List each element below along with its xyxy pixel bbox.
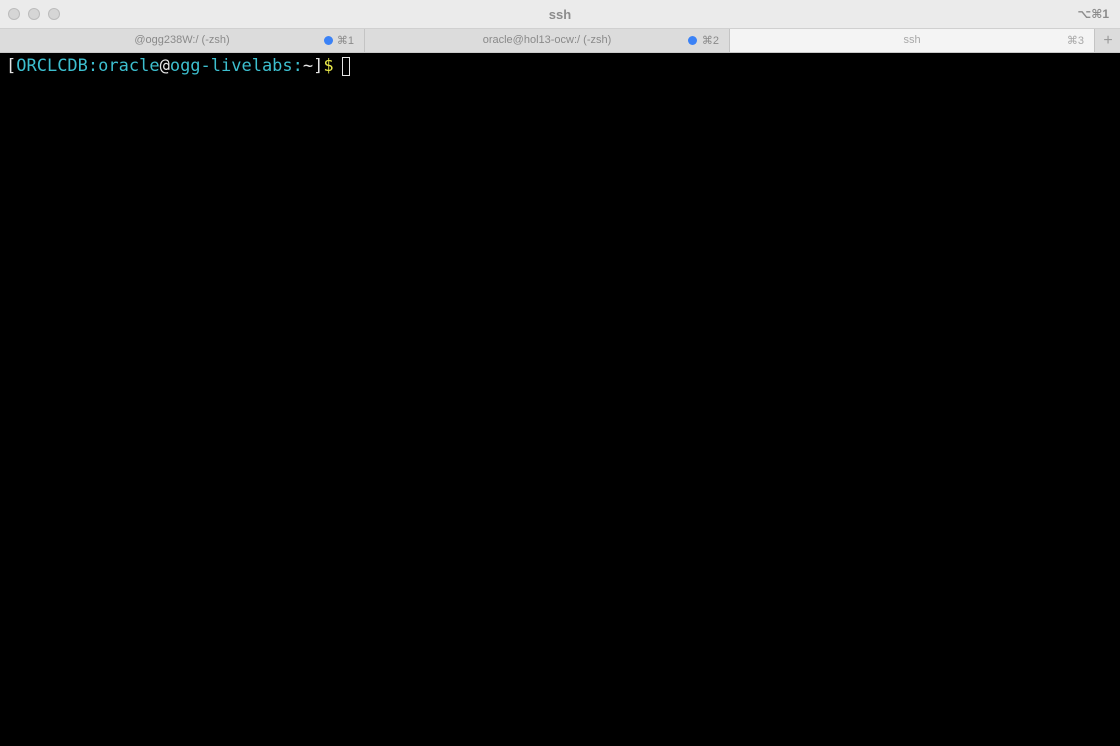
tab-bar: @ogg238W:/ (-zsh) ⌘1 oracle@hol13-ocw:/ … [0, 29, 1120, 53]
new-tab-button[interactable]: + [1096, 29, 1120, 52]
tab-label: oracle@hol13-ocw:/ (-zsh) [482, 34, 612, 46]
tab-ssh[interactable]: ssh ⌘3 [730, 29, 1095, 52]
activity-dot-icon [688, 36, 697, 45]
window-title: ssh [548, 7, 572, 22]
prompt-host: ogg-livelabs [169, 56, 293, 76]
activity-dot-icon [324, 36, 333, 45]
text-cursor [341, 56, 350, 76]
prompt-colon: : [87, 56, 99, 76]
terminal-output[interactable]: [ORCLCDB: oracle @ ogg-livelabs: ~] $ [0, 53, 1120, 746]
prompt-sid: ORCLCDB [16, 56, 88, 76]
prompt-at: @ [159, 56, 170, 76]
terminal-window: ssh ⌥⌘1 @ogg238W:/ (-zsh) ⌘1 oracle@hol1… [0, 0, 1120, 746]
tab-shortcut: ⌘1 [336, 35, 354, 47]
tab-label: ssh [903, 34, 921, 46]
prompt-symbol: $ [323, 56, 334, 76]
tab-label: @ogg238W:/ (-zsh) [134, 34, 230, 46]
prompt-close-bracket: ] [313, 56, 324, 76]
window-shortcut: ⌥⌘1 [1077, 7, 1109, 21]
tab-oracle-hol13-zsh[interactable]: oracle@hol13-ocw:/ (-zsh) ⌘2 [365, 29, 730, 52]
prompt-open-bracket: [ [6, 56, 17, 76]
title-bar[interactable]: ssh ⌥⌘1 [0, 0, 1120, 29]
prompt-colon: : [292, 56, 303, 76]
tab-ogg238w-zsh[interactable]: @ogg238W:/ (-zsh) ⌘1 [0, 29, 365, 52]
prompt-user: oracle [98, 56, 160, 76]
prompt-path: ~ [302, 56, 314, 76]
tab-shortcut: ⌘2 [701, 35, 719, 47]
tab-shortcut: ⌘3 [1066, 35, 1084, 47]
shell-prompt: [ORCLCDB: oracle @ ogg-livelabs: ~] $ [6, 54, 350, 78]
